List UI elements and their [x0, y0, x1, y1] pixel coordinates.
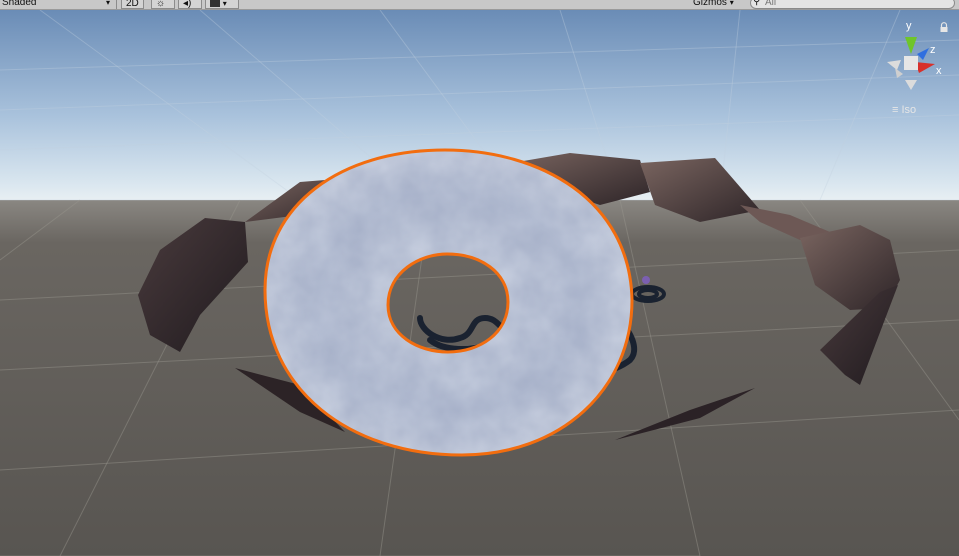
audio-toggle-button[interactable]: ◂) [178, 0, 202, 9]
toolbar-divider [116, 0, 117, 9]
gizmo-x-label: x [936, 65, 942, 77]
projection-label: Iso [901, 104, 917, 116]
scene-toolbar: Shaded ▾ 2D ☼ ◂) ▾ Gizmos ▾ All ⚲ [0, 0, 959, 10]
2d-toggle-label: 2D [126, 0, 139, 9]
speaker-icon: ◂) [183, 0, 192, 9]
axis-neg-y-cone[interactable] [905, 80, 917, 90]
gizmo-y-label: y [906, 20, 912, 32]
effects-toggle-button[interactable]: ▾ [205, 0, 239, 9]
chevron-down-icon: ▾ [222, 0, 227, 8]
lighting-toggle-button[interactable]: ☼ [151, 0, 175, 9]
shading-mode-dropdown[interactable]: Shaded [2, 0, 36, 9]
chevron-down-icon: ▾ [106, 0, 111, 7]
projection-toggle[interactable]: ≡ Iso [892, 104, 916, 116]
search-placeholder: All [765, 0, 777, 8]
marker-object[interactable] [642, 276, 650, 284]
orientation-gizmo[interactable]: y z x [879, 18, 945, 98]
gizmos-label: Gizmos [693, 0, 727, 8]
lock-icon[interactable] [939, 20, 949, 38]
search-icon: ⚲ [753, 0, 761, 7]
chevron-down-icon: ▾ [729, 0, 734, 7]
scene-viewport[interactable] [0, 10, 959, 556]
gizmo-center-cube[interactable] [904, 56, 918, 70]
image-icon [210, 0, 220, 7]
sun-icon: ☼ [156, 0, 166, 9]
2d-toggle-button[interactable]: 2D [121, 0, 144, 9]
axis-neg-x-cone[interactable] [887, 60, 901, 70]
menu-icon: ≡ [892, 104, 899, 116]
shading-mode-label: Shaded [2, 0, 37, 8]
axis-neg-z-cone[interactable] [895, 68, 903, 78]
axis-z-cone[interactable] [917, 48, 929, 60]
axis-y-cone[interactable] [905, 37, 917, 54]
gizmo-z-label: z [930, 44, 936, 56]
search-input[interactable]: All [750, 0, 955, 9]
gizmos-dropdown[interactable]: Gizmos ▾ [693, 0, 734, 9]
